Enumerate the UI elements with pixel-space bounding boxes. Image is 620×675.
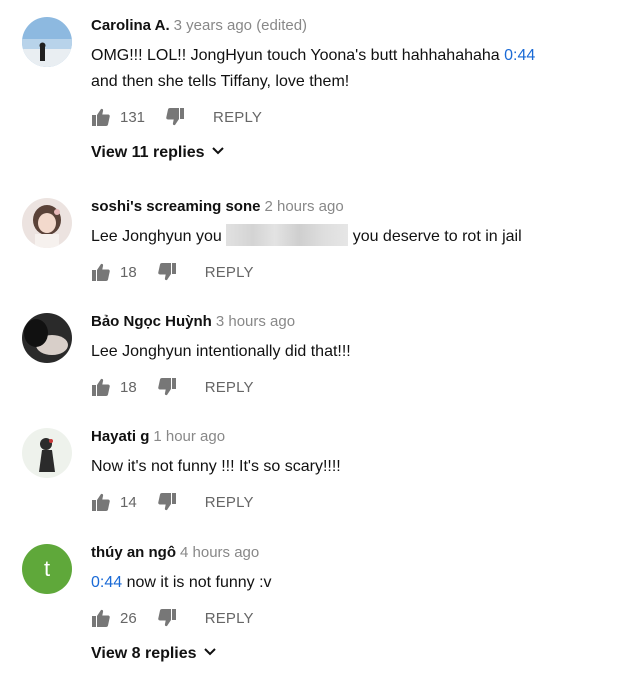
like-count: 26	[120, 609, 137, 627]
author-name[interactable]: Hayati g	[91, 428, 149, 445]
timestamp-link[interactable]: 0:44	[504, 47, 535, 64]
comment-header: Bảo Ngọc Huỳnh 3 hours ago	[91, 311, 611, 333]
reply-button[interactable]: REPLY	[213, 109, 262, 126]
comment-time[interactable]: 4 hours ago	[180, 544, 259, 561]
timestamp-link[interactable]: 0:44	[91, 574, 122, 591]
like-count: 18	[120, 378, 137, 396]
comment-time[interactable]: 1 hour ago	[153, 428, 225, 445]
thumbs-down-icon[interactable]	[157, 608, 177, 628]
comment-text: Lee Jonghyun intentionally did that!!!	[91, 339, 611, 365]
comment-time[interactable]: 3 years ago (edited)	[174, 17, 307, 34]
comment-text: Now it's not funny !!! It's so scary!!!!	[91, 454, 611, 480]
comment-text-part: now it is not funny :v	[126, 574, 272, 591]
thumbs-down-icon[interactable]	[165, 107, 185, 127]
chevron-down-icon	[211, 146, 225, 156]
reply-button[interactable]: REPLY	[205, 610, 254, 627]
comment-actions: 18 REPLY	[91, 375, 254, 399]
view-replies-button[interactable]: View 11 replies	[91, 141, 225, 165]
comment-header: Hayati g1 hour ago	[91, 426, 611, 448]
author-name[interactable]: thúy an ngô	[91, 544, 176, 561]
view-replies-label: View 11 replies	[91, 144, 205, 161]
avatar[interactable]	[22, 428, 72, 478]
comment-text-part: Now it's not funny !!! It's so scary!!!!	[91, 458, 341, 475]
thumbs-up-icon[interactable]	[91, 107, 111, 127]
like-count: 14	[120, 493, 137, 511]
thumbs-up-icon[interactable]	[91, 262, 111, 282]
comment-header: soshi's screaming sone 2 hours ago	[91, 196, 611, 218]
avatar[interactable]	[22, 17, 72, 67]
author-name[interactable]: soshi's screaming sone	[91, 198, 260, 215]
like-count: 131	[120, 108, 146, 126]
like-count: 18	[120, 263, 137, 281]
comment-text-part: you deserve to rot in jail	[352, 228, 522, 245]
thumbs-down-icon[interactable]	[157, 492, 177, 512]
comment-text: OMG!!! LOL!! JongHyun touch Yoona's butt…	[91, 43, 611, 95]
author-name[interactable]: Carolina A.	[91, 17, 170, 34]
reply-button[interactable]: REPLY	[205, 494, 254, 511]
author-name[interactable]: Bảo Ngọc Huỳnh	[91, 313, 212, 330]
comment-text-part: OMG!!! LOL!! JongHyun touch Yoona's butt…	[91, 47, 500, 64]
comment-actions: 131 REPLY	[91, 105, 262, 129]
comment-text-part: and then she tells Tiffany, love them!	[91, 73, 350, 90]
view-replies-button[interactable]: View 8 replies	[91, 642, 217, 666]
comment-actions: 26 REPLY	[91, 606, 254, 630]
comment-actions: 18 REPLY	[91, 260, 254, 284]
reply-button[interactable]: REPLY	[205, 379, 254, 396]
comment-text-part: Lee Jonghyun intentionally did that!!!	[91, 343, 351, 360]
comment-header: thúy an ngô 4 hours ago	[91, 542, 611, 564]
avatar[interactable]: t	[22, 544, 72, 594]
thumbs-down-icon[interactable]	[157, 262, 177, 282]
comment-text: 0:44 now it is not funny :v	[91, 570, 611, 596]
thumbs-up-icon[interactable]	[91, 377, 111, 397]
comment-time[interactable]: 2 hours ago	[264, 198, 343, 215]
comment-header: Carolina A. 3 years ago (edited)	[91, 15, 611, 37]
reply-button[interactable]: REPLY	[205, 264, 254, 281]
comment-time[interactable]: 3 hours ago	[216, 313, 295, 330]
comment-actions: 14 REPLY	[91, 490, 254, 514]
chevron-down-icon	[203, 647, 217, 657]
blurred-text	[226, 224, 349, 246]
thumbs-up-icon[interactable]	[91, 608, 111, 628]
comment-text-part: Lee Jonghyun you	[91, 228, 222, 245]
thumbs-down-icon[interactable]	[157, 377, 177, 397]
comment-text: Lee Jonghyun you you deserve to rot in j…	[91, 224, 611, 250]
thumbs-up-icon[interactable]	[91, 492, 111, 512]
avatar[interactable]	[22, 198, 72, 248]
view-replies-label: View 8 replies	[91, 645, 197, 662]
avatar[interactable]	[22, 313, 72, 363]
